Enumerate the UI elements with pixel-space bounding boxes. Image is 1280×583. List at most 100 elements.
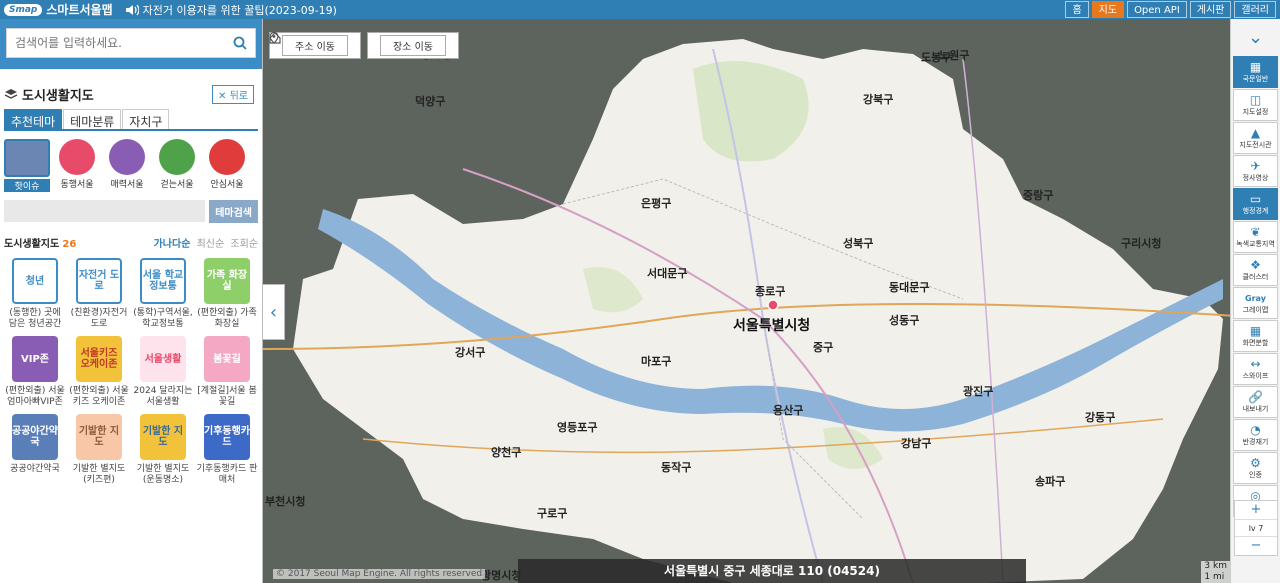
sort-alpha[interactable]: 가나다순 (154, 239, 191, 250)
list-item-thumbnail: 가족 화장실 (204, 258, 250, 304)
list-item[interactable]: 기발한 지도 기발한 별지도(운동명소) (132, 414, 194, 486)
zoom-in-button[interactable]: + (1235, 501, 1277, 519)
map-view[interactable]: 주소 이동 장소 이동 ‹ 도봉구 노원구 강북구 은평구 성북구 중랑구 서대… (263, 19, 1280, 583)
city-hall-marker[interactable] (767, 299, 779, 311)
nav-board[interactable]: 게시판 (1189, 1, 1232, 18)
logo[interactable]: Smap 스마트서울맵 (4, 1, 113, 18)
toolbar-gear-button[interactable]: ⚙ 인증 (1233, 452, 1278, 484)
search-input[interactable] (15, 36, 215, 50)
toolbar-label: 스와이프 (1242, 371, 1269, 380)
list-item[interactable]: 가족 화장실 (편한외출) 가족화장실 (196, 258, 258, 330)
toolbar-swipe-button[interactable]: ↔ 스와이프 (1233, 353, 1278, 385)
sort-views[interactable]: 조회순 (230, 239, 258, 250)
theme-search-button[interactable]: 테마검색 (209, 200, 258, 223)
companion-icon (59, 139, 95, 175)
list-item[interactable]: 자전거 도로 (친환경)자전거 도로 (68, 258, 130, 330)
district-label: 마포구 (641, 355, 672, 368)
toolbar-link-button[interactable]: 🔗 내보내기 (1233, 386, 1278, 418)
district-label: 서대문구 (647, 267, 688, 280)
city-label: 부천시청 (265, 495, 306, 508)
list-item-label: 2024 달라지는 서울생활 (133, 386, 193, 407)
theme-label: 핫이슈 (4, 179, 50, 192)
gear-icon: ⚙ (1250, 455, 1261, 470)
chevron-down-icon[interactable]: ⌄ (1231, 19, 1280, 55)
address-move-label: 주소 이동 (282, 35, 348, 56)
notice[interactable]: 자전거 이용자를 위한 꿀팁(2023-09-19) (125, 2, 337, 18)
cluster-icon: ❖ (1250, 257, 1261, 272)
list-item[interactable]: 기후동행카드 기후동행카드 판매처 (196, 414, 258, 486)
list-item[interactable]: 서울키즈 오케이존 (편한외출) 서울키즈 오케이존 (68, 336, 130, 408)
toolbar-label: 녹색교통지역 (1236, 239, 1275, 248)
plane-icon: ✈ (1250, 158, 1261, 173)
district-label: 중랑구 (1023, 189, 1054, 202)
toolbar-gray-button[interactable]: Gray 그레이맵 (1233, 287, 1278, 319)
theme-attractive-seoul[interactable]: 매력서울 (104, 139, 150, 192)
toolbar-layers-button[interactable]: ◫ 지도설정 (1233, 89, 1278, 121)
district-label: 동작구 (661, 461, 692, 474)
toolbar-leaf-button[interactable]: ❦ 녹색교통지역 (1233, 221, 1278, 253)
nav-open-api[interactable]: Open API (1127, 1, 1187, 18)
theme-walking-seoul[interactable]: 걷는서울 (154, 139, 200, 192)
tab-category[interactable]: 테마분류 (63, 109, 122, 129)
district-label: 성북구 (843, 237, 874, 250)
district-label: 성동구 (889, 314, 920, 327)
search-box (6, 28, 256, 58)
list-item-thumbnail: 봄꽃길 (204, 336, 250, 382)
boundary-icon: ▭ (1249, 191, 1262, 206)
district-label: 동대문구 (889, 281, 930, 294)
megaphone-icon (209, 139, 245, 175)
district-label: 강남구 (901, 437, 932, 450)
zoom-out-button[interactable]: − (1235, 537, 1277, 555)
search-icon[interactable] (233, 36, 247, 50)
theme-search-input[interactable] (4, 200, 206, 222)
list-item-label: (편한외출) 가족화장실 (197, 308, 257, 329)
leaf-icon: ❦ (1250, 224, 1261, 239)
toolbar-label: 행정경계 (1242, 206, 1269, 215)
attractive-icon (109, 139, 145, 175)
list-item[interactable]: 서울 학교정보통 (통학)구역서울,학교정보통 (132, 258, 194, 330)
list-item[interactable]: 서울생활 2024 달라지는 서울생활 (132, 336, 194, 408)
toolbar-mountain-button[interactable]: ▲ 지도전시관 (1233, 122, 1278, 154)
theme-safe-seoul[interactable]: 안심서울 (204, 139, 250, 192)
list-item[interactable]: 공공야간약국 공공야간약국 (4, 414, 66, 486)
district-label: 강북구 (863, 93, 894, 106)
theme-hot-issue[interactable]: 핫이슈 (4, 139, 50, 192)
district-label: 은평구 (641, 197, 672, 210)
toolbar-radius-button[interactable]: ◔ 반경재기 (1233, 419, 1278, 451)
left-panel: 도시생활지도 ✕ 뒤로 추천테마 테마분류 자치구 핫이슈 동행서울 매력서울 … (0, 19, 263, 583)
district-label: 노원구 (939, 49, 970, 62)
district-label: 구로구 (537, 507, 568, 520)
nav-map[interactable]: 지도 (1091, 1, 1125, 18)
district-label: 송파구 (1035, 475, 1066, 488)
back-button[interactable]: ✕ 뒤로 (212, 84, 254, 104)
toolbar-label: 지도전시관 (1239, 140, 1272, 149)
tab-recommended[interactable]: 추천테마 (4, 109, 63, 129)
layers-icon (4, 89, 18, 99)
theme-label: 걷는서울 (160, 180, 194, 190)
sort-latest[interactable]: 최신순 (197, 239, 225, 250)
list-item-thumbnail: 기후동행카드 (204, 414, 250, 460)
toolbar-map-button[interactable]: ▦ 국문일반 (1233, 56, 1278, 88)
pin-icon (269, 32, 279, 44)
toolbar-plane-button[interactable]: ✈ 정사영상 (1233, 155, 1278, 187)
scale-km: 3 km (1204, 561, 1227, 571)
list-item[interactable]: 기발한 지도 기발한 별지도(키즈편) (68, 414, 130, 486)
tab-district[interactable]: 자치구 (122, 109, 170, 129)
city-hall-label[interactable]: 서울특별시청 (733, 315, 810, 335)
theme-companion-seoul[interactable]: 동행서울 (54, 139, 100, 192)
list-item[interactable]: 청년 (동행한) 곳에 담은 청년공간 (4, 258, 66, 330)
place-move-button[interactable]: 장소 이동 (269, 32, 459, 59)
address-move-button[interactable]: 주소 이동 (269, 32, 361, 59)
district-label: 용산구 (773, 404, 804, 417)
section-title-text: 도시생활지도 (22, 88, 94, 104)
toolbar-boundary-button[interactable]: ▭ 행정경계 (1233, 188, 1278, 220)
toolbar-grid-button[interactable]: ▦ 화면분할 (1233, 320, 1278, 352)
theme-label: 동행서울 (60, 180, 94, 190)
nav-home[interactable]: 홈 (1065, 1, 1089, 18)
toolbar-cluster-button[interactable]: ❖ 클러스터 (1233, 254, 1278, 286)
list-item[interactable]: 봄꽃길 [계절길]서울 봄꽃길 (196, 336, 258, 408)
hot-issue-icon (4, 139, 50, 177)
list-item[interactable]: VIP존 (편한외출) 서울엄마아빠VIP존 (4, 336, 66, 408)
collapse-panel-button[interactable]: ‹ (263, 284, 285, 340)
nav-gallery[interactable]: 갤러리 (1234, 1, 1276, 18)
